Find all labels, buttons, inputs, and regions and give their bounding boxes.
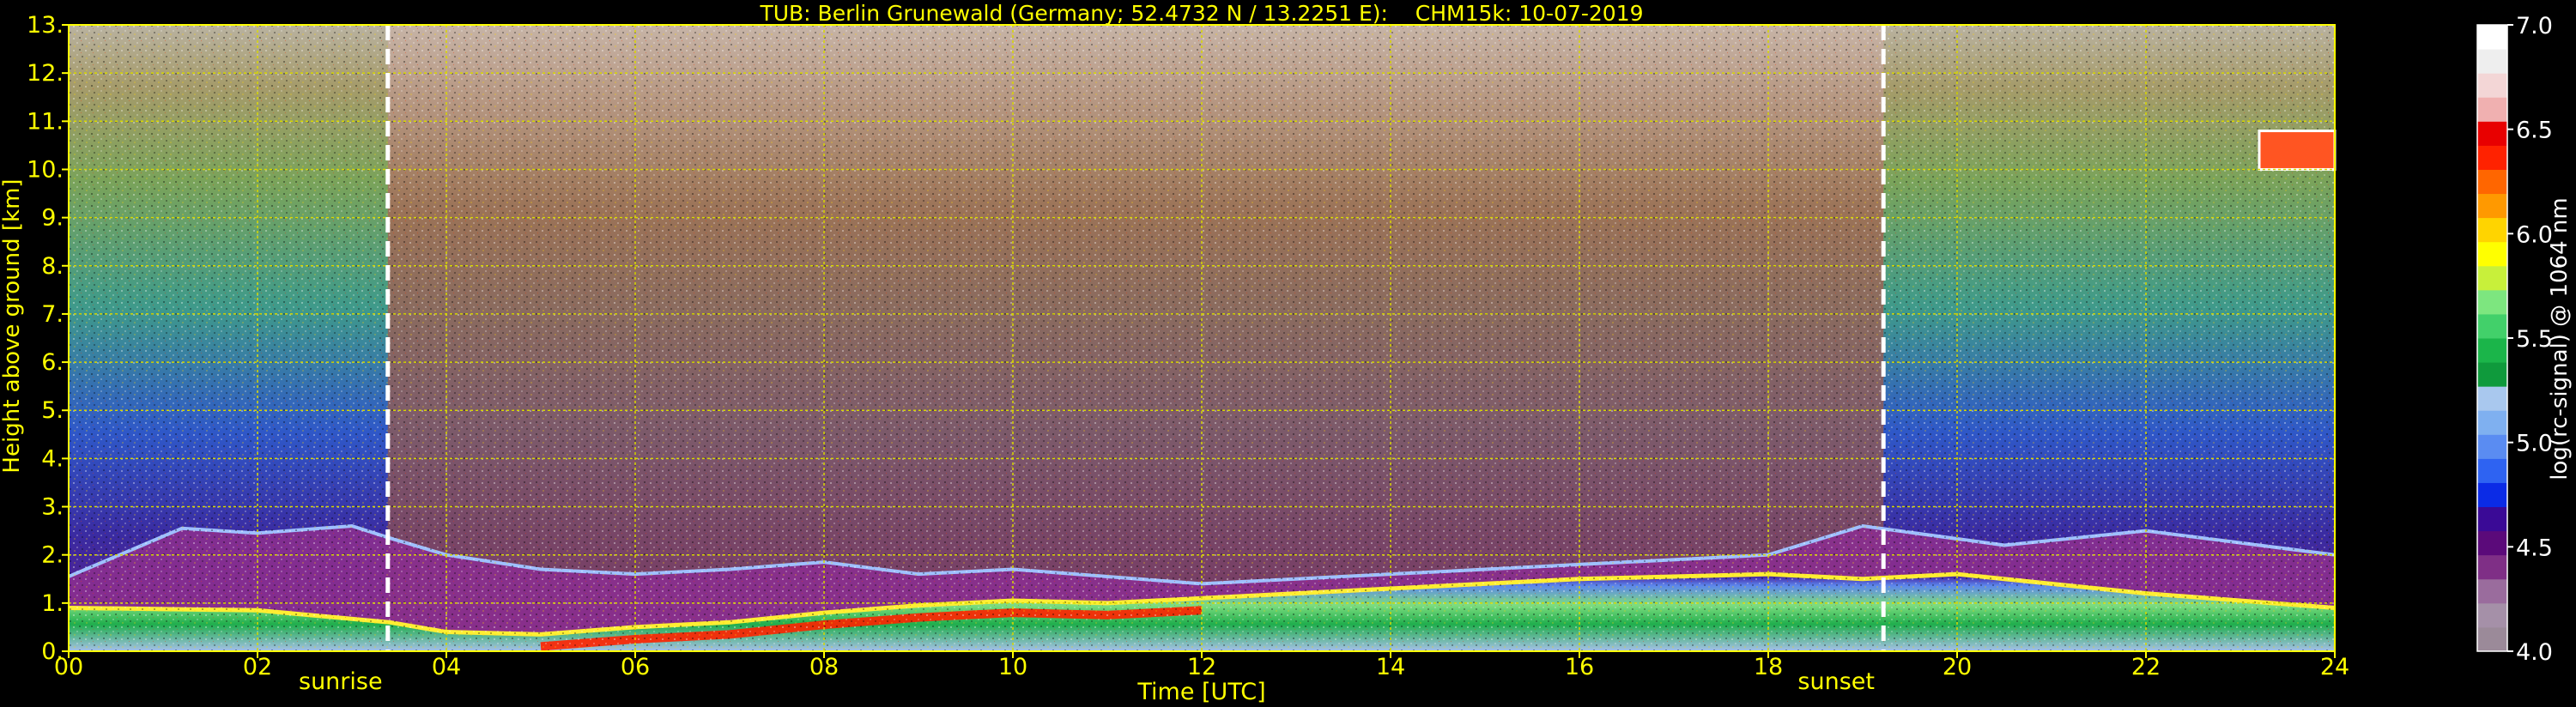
x-tick-label: 08	[809, 654, 839, 680]
colorbar-swatch	[2477, 121, 2507, 146]
x-tick-label: 24	[2320, 654, 2349, 680]
colorbar-swatch	[2477, 506, 2507, 532]
colorbar-swatch	[2477, 169, 2507, 195]
y-tick-label: 6.	[41, 349, 64, 376]
colorbar-swatch	[2477, 25, 2507, 50]
x-tick-label: 18	[1754, 654, 1783, 680]
plot-area	[68, 24, 2337, 652]
y-tick-label: 0.	[41, 638, 64, 665]
colorbar-swatch	[2477, 386, 2507, 411]
colorbar-tick-label: 7.0	[2516, 13, 2553, 39]
colorbar-swatch	[2477, 482, 2507, 508]
colorbar-swatch	[2477, 578, 2507, 604]
colorbar-swatch	[2477, 241, 2507, 267]
x-tick-label: 20	[1943, 654, 1972, 680]
colorbar-swatch	[2477, 602, 2507, 628]
colorbar-tick-label: 4.5	[2516, 535, 2553, 561]
colorbar	[2476, 24, 2508, 652]
colorbar-swatch	[2477, 145, 2507, 170]
x-tick-label: 12	[1187, 654, 1216, 680]
cloud-patches	[2258, 130, 2337, 171]
x-tick-label: 16	[1565, 654, 1594, 680]
y-tick-label: 11.	[27, 108, 64, 135]
y-tick-label: 9.	[41, 205, 64, 232]
colorbar-swatch	[2477, 338, 2507, 363]
colorbar-swatch	[2477, 217, 2507, 243]
y-tick-label: 1.	[41, 590, 64, 617]
y-axis-ticks: 0. 1. 2. 3. 4. 5. 6. 7. 8. 9. 10. 11. 12. 13.	[27, 12, 69, 665]
y-tick-label: 12.	[27, 60, 64, 87]
y-tick-label: 10.	[27, 156, 64, 183]
y-tick-label: 7.	[41, 301, 64, 328]
x-tick-label: 10	[998, 654, 1027, 680]
colorbar-swatch	[2477, 458, 2507, 483]
x-axis-ticks: 00 02 04 06 08 10 12 14 16 18 20 22 24	[54, 651, 2349, 680]
colorbar-swatch	[2477, 434, 2507, 459]
y-tick-label: 2.	[41, 542, 64, 569]
x-tick-label: 06	[621, 654, 650, 680]
colorbar-swatch	[2477, 289, 2507, 315]
colorbar-tick-label: 4.0	[2516, 639, 2553, 666]
y-tick-label: 13.	[27, 12, 64, 39]
sunrise-label: sunrise	[299, 668, 383, 695]
colorbar-swatch	[2477, 265, 2507, 291]
y-tick-label: 4.	[41, 445, 64, 472]
x-tick-label: 22	[2131, 654, 2161, 680]
y-axis-label: Height above ground [km]	[0, 178, 25, 473]
colorbar-swatch	[2477, 410, 2507, 435]
colorbar-swatch	[2477, 313, 2507, 339]
colorbar-swatch	[2477, 554, 2507, 580]
colorbar-label: log(rc-signal) @ 1064 nm	[2547, 197, 2573, 480]
colorbar-swatch	[2477, 362, 2507, 387]
y-tick-label: 5.	[41, 397, 64, 424]
lidar-quicklook: 00 02 04 06 08 10 12 14 16 18 20 22 24 0. 1. 2. 3. 4. 5. 6…	[0, 0, 2576, 707]
chart-title: TUB: Berlin Grunewald (Germany; 52.4732 …	[759, 1, 1643, 26]
colorbar-swatch	[2477, 97, 2507, 122]
cloud-patch	[2258, 130, 2337, 171]
colorbar-tick-label: 6.5	[2516, 118, 2553, 144]
x-tick-label: 02	[243, 654, 272, 680]
y-tick-label: 8.	[41, 253, 64, 280]
y-tick-label: 3.	[41, 494, 64, 521]
colorbar-swatch	[2477, 73, 2507, 98]
colorbar-swatch	[2477, 626, 2507, 652]
colorbar-swatch	[2477, 49, 2507, 74]
ceilometer-chart: 00 02 04 06 08 10 12 14 16 18 20 22 24 0.1.2.3.4.5.6…	[0, 1, 2573, 705]
colorbar-swatch	[2477, 193, 2507, 219]
x-tick-label: 04	[432, 654, 461, 680]
sunset-label: sunset	[1797, 668, 1875, 695]
x-tick-label: 14	[1376, 654, 1405, 680]
colorbar-swatch	[2477, 530, 2507, 556]
colorbar-ticks: 4.04.55.05.56.06.57.0	[2507, 13, 2553, 666]
x-axis-label: Time [UTC]	[1136, 679, 1265, 705]
